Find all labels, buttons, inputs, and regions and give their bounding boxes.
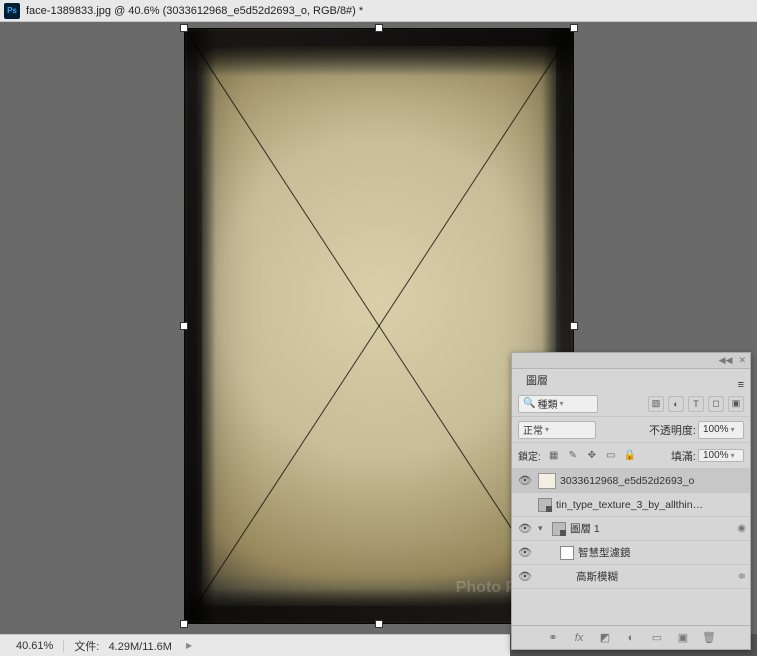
transform-handle[interactable]: [180, 620, 188, 628]
transform-handle[interactable]: [180, 322, 188, 330]
transform-handle[interactable]: [375, 620, 383, 628]
transform-handle[interactable]: [570, 322, 578, 330]
layer-filter-kind-select[interactable]: 🔍 種類: [518, 395, 598, 413]
filter-adjust-icon[interactable]: ◐: [668, 396, 684, 412]
lock-label: 鎖定:: [518, 448, 541, 463]
layer-thumbnail[interactable]: [538, 473, 556, 489]
lock-transparency-icon[interactable]: ▦: [547, 449, 561, 463]
filter-pixel-icon[interactable]: ▧: [648, 396, 664, 412]
blend-mode-select[interactable]: 正常: [518, 421, 596, 439]
document-filename: face-1389833.jpg: [26, 5, 111, 17]
fill-input[interactable]: 100%: [698, 449, 744, 462]
layer-fx-icon[interactable]: fx: [571, 630, 587, 646]
filter-shape-icon[interactable]: ◻: [708, 396, 724, 412]
smart-filters-row[interactable]: 👁 智慧型濾鏡: [512, 541, 750, 565]
layer-mask-icon[interactable]: ◩: [597, 630, 613, 646]
delete-layer-icon[interactable]: 🗑: [701, 630, 717, 646]
smart-object-icon: [538, 498, 552, 512]
smart-object-icon: [552, 522, 566, 536]
status-file-size[interactable]: 文件: 4.29M/11.6M: [64, 638, 182, 654]
status-dropdown-icon[interactable]: ▶: [186, 641, 192, 650]
adjustment-layer-icon[interactable]: ◐: [623, 630, 639, 646]
fill-label: 填滿:: [671, 448, 696, 464]
collapse-icon[interactable]: ◀◀: [719, 355, 733, 366]
layer-expand-toggle[interactable]: ▾: [538, 523, 548, 534]
panel-drag-header[interactable]: ◀◀ ✕: [512, 353, 750, 369]
layer-row[interactable]: 👁 3033612968_e5d52d2693_o: [512, 469, 750, 493]
layer-row[interactable]: tin_type_texture_3_by_allthin…: [512, 493, 750, 517]
transform-handle[interactable]: [375, 24, 383, 32]
filter-name[interactable]: 高斯模糊: [576, 569, 734, 584]
blend-opacity-row: 正常 不透明度: 100%: [512, 417, 750, 443]
layers-panel[interactable]: ◀◀ ✕ 圖層 ≡ 🔍 種類 ▧ ◐ T ◻ ▣ 正常 不透明度: 100% 鎖: [511, 352, 751, 650]
lock-all-icon[interactable]: 🔒: [623, 449, 637, 463]
smart-filter-mask-icon[interactable]: [560, 546, 574, 560]
panel-menu-icon[interactable]: ≡: [732, 379, 750, 391]
filter-blend-icon[interactable]: ≑: [738, 571, 746, 582]
layer-visibility-toggle[interactable]: 👁: [516, 570, 534, 583]
lock-artboard-icon[interactable]: ▭: [604, 449, 618, 463]
status-zoom[interactable]: 40.61%: [6, 640, 64, 652]
smart-filter-row[interactable]: 👁 高斯模糊 ≑: [512, 565, 750, 589]
status-bar: 40.61% 文件: 4.29M/11.6M ▶: [0, 634, 510, 656]
layer-filter-row: 🔍 種類 ▧ ◐ T ◻ ▣: [512, 391, 750, 417]
smart-filters-label: 智慧型濾鏡: [578, 545, 746, 560]
close-icon[interactable]: ✕: [738, 355, 746, 366]
opacity-input[interactable]: 100%: [698, 421, 744, 439]
transform-handle[interactable]: [570, 24, 578, 32]
new-group-icon[interactable]: ▭: [649, 630, 665, 646]
tab-layers[interactable]: 圖層: [516, 369, 558, 391]
layer-visibility-toggle[interactable]: 👁: [516, 546, 534, 559]
lock-position-icon[interactable]: ✥: [585, 449, 599, 463]
link-layers-icon[interactable]: ⚭: [545, 630, 561, 646]
transform-handle[interactable]: [180, 24, 188, 32]
document-zoom: 40.6%: [128, 5, 159, 17]
new-layer-icon[interactable]: ▣: [675, 630, 691, 646]
opacity-label: 不透明度:: [649, 422, 696, 438]
filter-type-icon[interactable]: T: [688, 396, 704, 412]
lock-pixels-icon[interactable]: ✎: [566, 449, 580, 463]
filter-smart-icon[interactable]: ▣: [728, 396, 744, 412]
layer-visibility-toggle[interactable]: 👁: [516, 474, 534, 487]
layer-visibility-toggle[interactable]: 👁: [516, 522, 534, 535]
layer-name[interactable]: 圖層 1: [570, 521, 733, 536]
layer-row[interactable]: 👁 ▾ 圖層 1 ◉: [512, 517, 750, 541]
document-title-bar: Ps face-1389833.jpg @ 40.6% (3033612968_…: [0, 0, 757, 22]
layer-name[interactable]: 3033612968_e5d52d2693_o: [560, 475, 746, 487]
document-details: (3033612968_e5d52d2693_o, RGB/8#) *: [163, 5, 364, 17]
layers-list[interactable]: 👁 3033612968_e5d52d2693_o tin_type_textu…: [512, 469, 750, 625]
layer-name[interactable]: tin_type_texture_3_by_allthin…: [556, 499, 746, 511]
filter-visibility-icon[interactable]: ◉: [737, 523, 746, 534]
photoshop-app-icon: Ps: [4, 3, 20, 19]
lock-fill-row: 鎖定: ▦ ✎ ✥ ▭ 🔒 填滿: 100%: [512, 443, 750, 469]
layers-panel-footer: ⚭ fx ◩ ◐ ▭ ▣ 🗑: [512, 625, 750, 649]
